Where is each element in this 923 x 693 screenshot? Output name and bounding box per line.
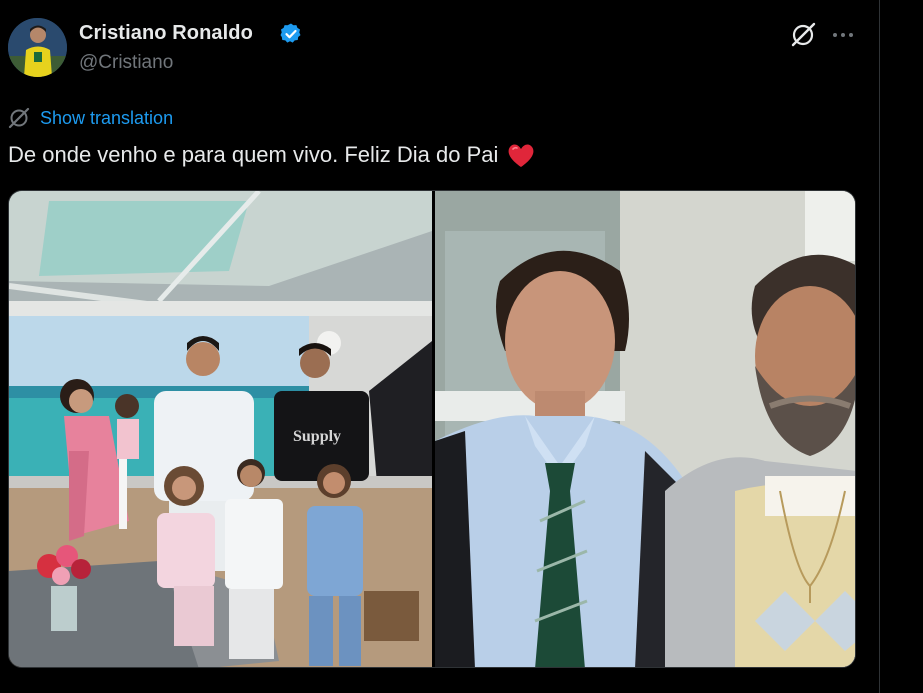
father-and-son-photo[interactable] xyxy=(435,191,855,667)
tweet-text: De onde venho e para quem vivo. Feliz Di… xyxy=(8,141,536,169)
grok-icon xyxy=(789,21,817,49)
more-options-button[interactable] xyxy=(828,20,858,50)
verified-badge-icon xyxy=(279,22,303,46)
show-translation-label[interactable]: Show translation xyxy=(40,108,173,129)
right-rail xyxy=(880,0,923,693)
avatar[interactable] xyxy=(8,18,67,77)
red-heart-emoji-icon xyxy=(506,141,536,169)
grok-button[interactable] xyxy=(788,20,818,50)
tweet-body: De onde venho e para quem vivo. Feliz Di… xyxy=(8,142,499,167)
translate-icon xyxy=(8,107,30,129)
family-on-yacht-photo[interactable]: Supply xyxy=(9,191,432,667)
svg-text:Supply: Supply xyxy=(293,428,341,445)
tweet-media-grid: Supply xyxy=(8,190,856,668)
author-name[interactable]: Cristiano Ronaldo xyxy=(79,22,253,45)
more-icon xyxy=(831,23,855,47)
author-handle[interactable]: @Cristiano xyxy=(79,52,173,74)
show-translation-link[interactable]: Show translation xyxy=(8,105,173,131)
